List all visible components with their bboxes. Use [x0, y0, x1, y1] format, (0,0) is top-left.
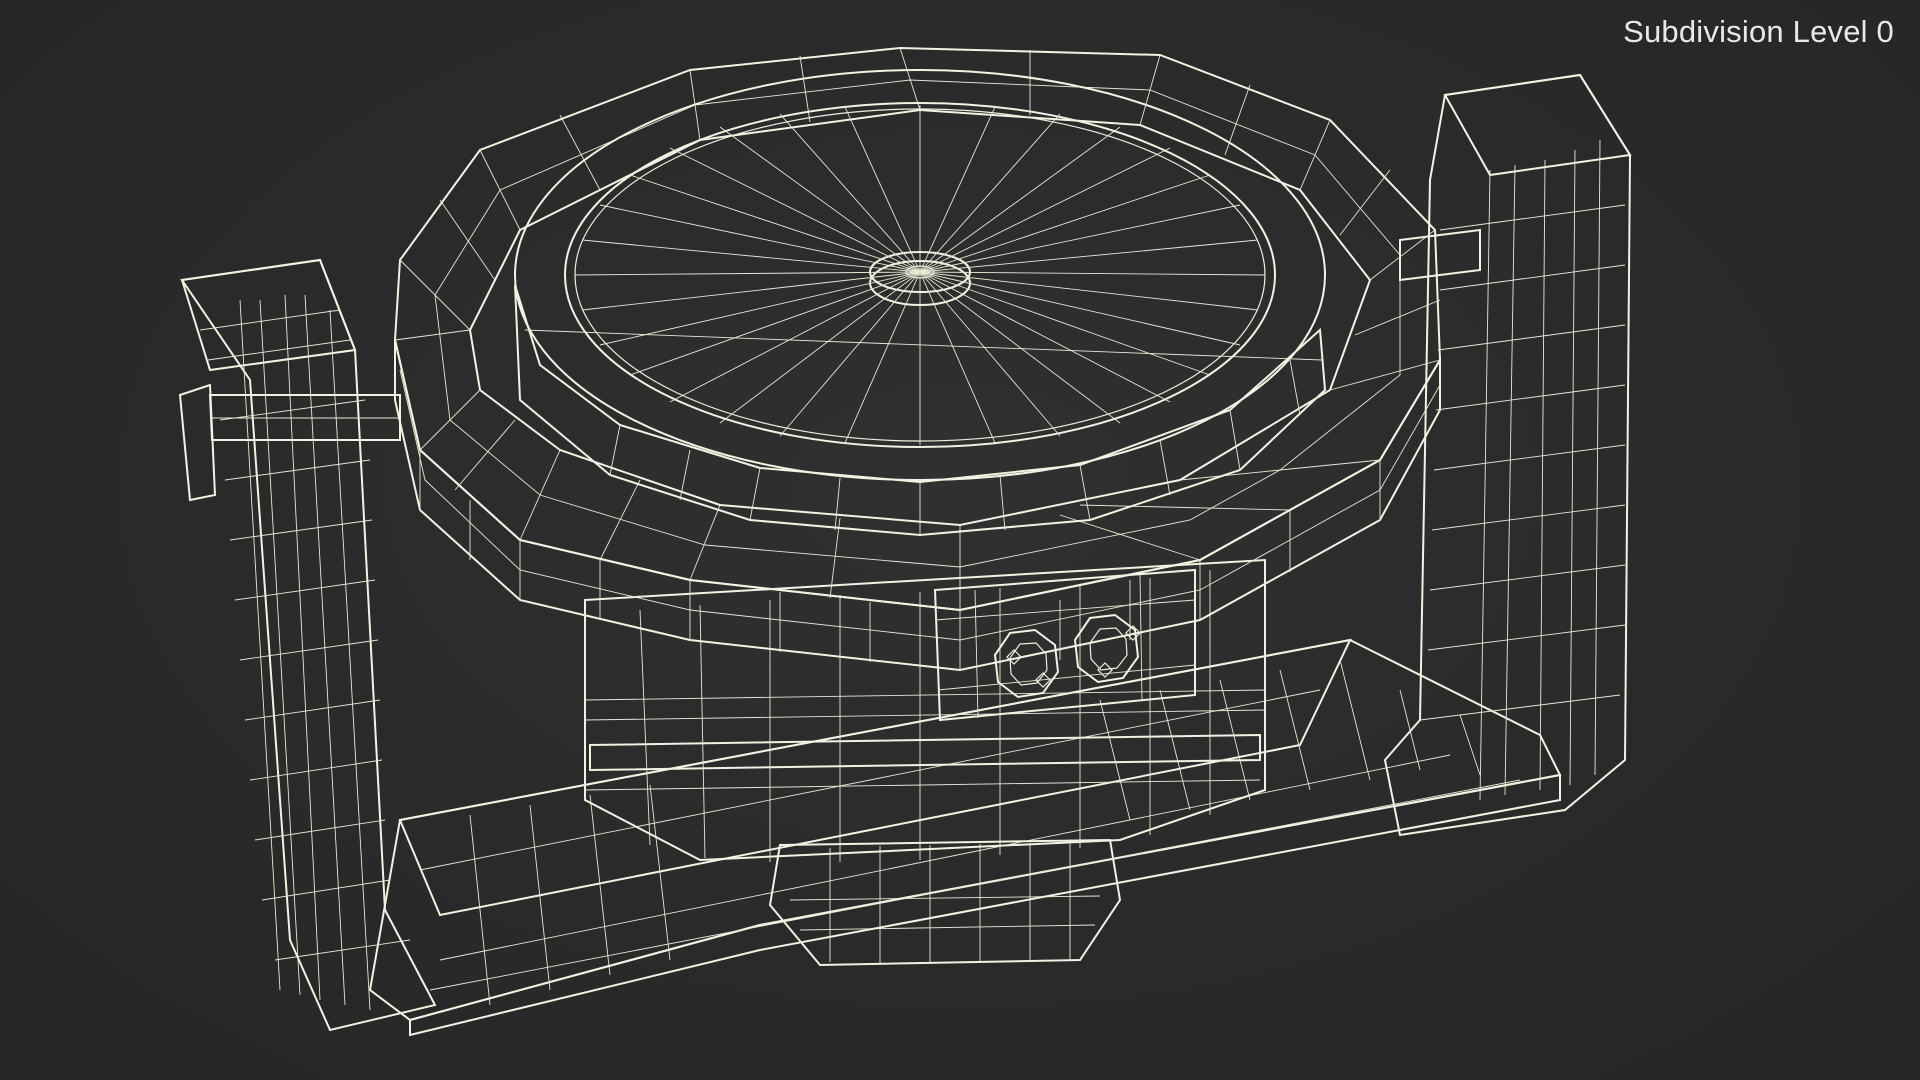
right-post	[1383, 73, 1632, 837]
connector-port-1	[993, 628, 1060, 699]
left-post	[178, 258, 437, 1032]
wireframe-gimbal-model	[178, 46, 1632, 1037]
3d-viewport[interactable]: Subdivision Level 0	[0, 0, 1920, 1080]
connector-panel	[933, 568, 1196, 722]
base-frame	[368, 638, 1562, 1037]
subdivision-level-label: Subdivision Level 0	[1623, 14, 1894, 49]
